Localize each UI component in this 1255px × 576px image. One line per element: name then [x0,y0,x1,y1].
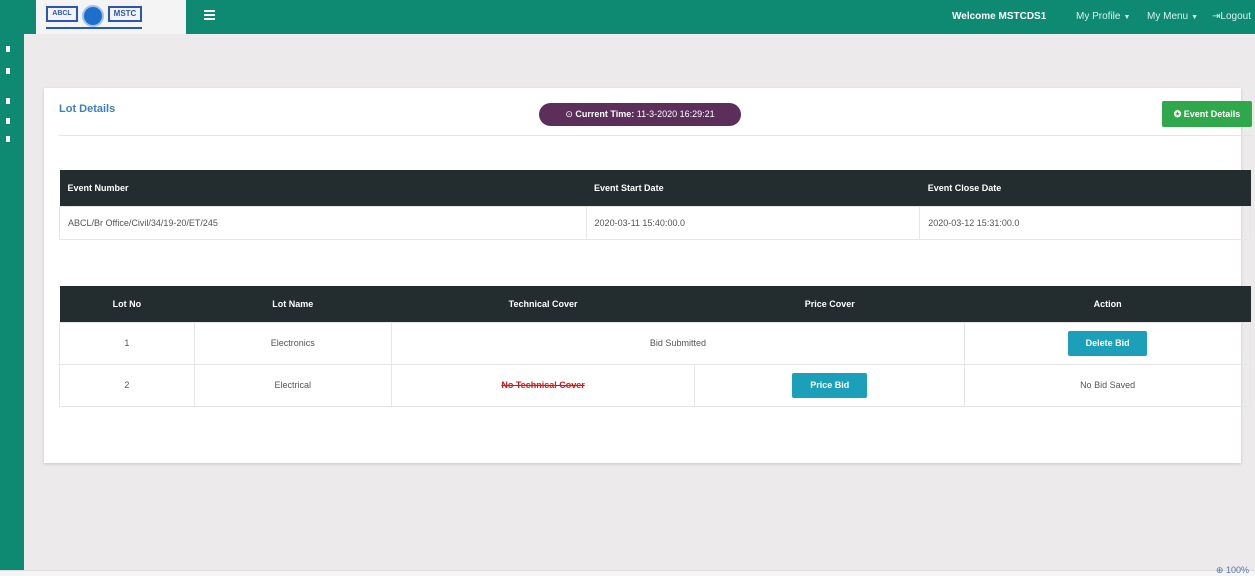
my-menu-label: My Menu [1147,11,1189,22]
table-header-row: Event Number Event Start Date Event Clos… [59,170,1251,206]
technical-cover-cell: No Technical Cover [390,363,696,407]
zoom-icon: ⊕ [1215,565,1226,575]
price-cover-cell: Price Bid [694,363,966,407]
lot-name-cell: Electronics [193,321,392,365]
caret-down-icon: ▼ [1191,14,1199,21]
no-technical-cover-text: No Technical Cover [501,380,585,390]
action-cell: Delete Bid [964,321,1251,365]
my-profile-menu[interactable]: My Profile ▼ [1076,11,1130,22]
logo-underline [46,27,142,29]
zoom-indicator[interactable]: ⊕ 100% [1216,565,1249,576]
logout-link[interactable]: ⇥Logout [1212,11,1251,22]
current-time-label: Current Time: [575,109,635,119]
current-time-value: 11-3-2020 16:29:21 [636,109,715,119]
column-header: Technical Cover [391,286,695,322]
column-header: Event Close Date [919,170,1251,206]
hamburger-menu-icon[interactable] [204,10,215,20]
lot-no-cell: 1 [59,321,195,365]
lot-table: Lot No Lot Name Technical Cover Price Co… [59,286,1251,407]
top-navbar: ABCL MSTC Welcome MSTCDS1 My Profile ▼ My… [0,0,1255,34]
lot-details-card: Lot Details ⊙ Current Time: 11-3-2020 16… [44,88,1254,463]
mstc-logo: MSTC [108,6,142,22]
price-bid-button[interactable]: Price Bid [792,372,868,398]
status-bar [0,570,1255,576]
column-header: Action [964,286,1251,322]
page-title: Lot Details [59,103,116,115]
event-number-cell: ABCL/Br Office/Civil/34/19-20/ET/245 [59,205,587,240]
zoom-level: 100% [1225,565,1249,575]
lot-no-cell: 2 [59,363,195,407]
table-row: 1 Electronics Bid Submitted Delete Bid [59,321,1251,365]
sidebar-icon[interactable] [6,46,10,52]
globe-icon [82,5,104,27]
column-header: Lot Name [194,286,392,322]
caret-down-icon: ▼ [1123,14,1131,21]
lot-name-cell: Electrical [193,363,392,407]
sidebar-icon[interactable] [6,118,10,124]
welcome-text: Welcome MSTCDS1 [952,11,1047,22]
my-profile-label: My Profile [1076,11,1121,22]
column-header: Price Cover [694,286,965,322]
sidebar-icon[interactable] [6,136,10,142]
column-header: Lot No [59,286,195,322]
my-menu-dropdown[interactable]: My Menu ▼ [1147,11,1198,22]
column-header: Event Start Date [586,170,920,206]
event-details-button[interactable]: ✪ Event Details [1162,101,1252,127]
sidebar [0,34,24,570]
event-table: Event Number Event Start Date Event Clos… [59,170,1251,240]
table-header-row: Lot No Lot Name Technical Cover Price Co… [59,286,1251,322]
abcl-logo: ABCL [46,6,78,22]
sidebar-icon[interactable] [6,98,10,104]
event-close-date-cell: 2020-03-12 15:31:00.0 [919,205,1251,240]
delete-bid-button[interactable]: Delete Bid [1068,330,1148,356]
logo[interactable]: ABCL MSTC [36,0,186,34]
event-start-date-cell: 2020-03-11 15:40:00.0 [585,205,921,240]
info-circle-icon: ✪ [1173,108,1184,119]
sidebar-icon[interactable] [6,68,10,74]
table-row: ABCL/Br Office/Civil/34/19-20/ET/245 202… [59,205,1251,240]
logout-label: Logout [1220,11,1251,22]
clock-icon: ⊙ [565,109,576,119]
column-header: Event Number [59,170,587,206]
table-row: 2 Electrical No Technical Cover Price Bi… [59,363,1251,407]
action-status-cell: No Bid Saved [964,363,1251,407]
current-time-badge: ⊙ Current Time: 11-3-2020 16:29:21 [539,103,741,126]
main-content: Lot Details ⊙ Current Time: 11-3-2020 16… [24,34,1255,570]
bid-status-cell: Bid Submitted [390,321,966,365]
event-details-label: Event Details [1183,108,1241,119]
divider [59,135,1254,136]
